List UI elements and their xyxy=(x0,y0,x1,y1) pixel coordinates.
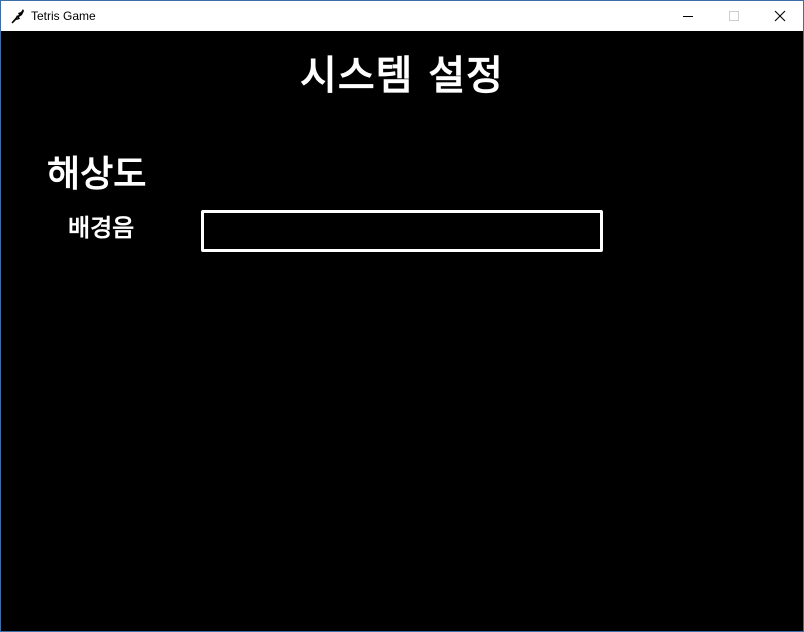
window-title: Tetris Game xyxy=(31,9,96,23)
tetris-feather-icon xyxy=(10,8,26,24)
page-title: 시스템 설정 xyxy=(300,53,504,99)
title-bar[interactable]: Tetris Game xyxy=(1,1,803,31)
minimize-icon xyxy=(683,16,693,17)
bgm-volume-bar[interactable] xyxy=(201,210,603,252)
close-button[interactable] xyxy=(757,1,803,31)
app-window: Tetris Game 시스템 설정 해상도 배경음 xyxy=(0,0,804,632)
maximize-button[interactable] xyxy=(711,1,757,31)
minimize-button[interactable] xyxy=(665,1,711,31)
game-canvas: 시스템 설정 해상도 배경음 xyxy=(1,31,803,631)
resolution-option[interactable]: 해상도 xyxy=(47,145,146,197)
window-controls xyxy=(665,1,803,31)
close-icon xyxy=(774,10,786,22)
maximize-icon xyxy=(729,11,739,21)
bgm-option[interactable]: 배경음 xyxy=(68,208,134,243)
